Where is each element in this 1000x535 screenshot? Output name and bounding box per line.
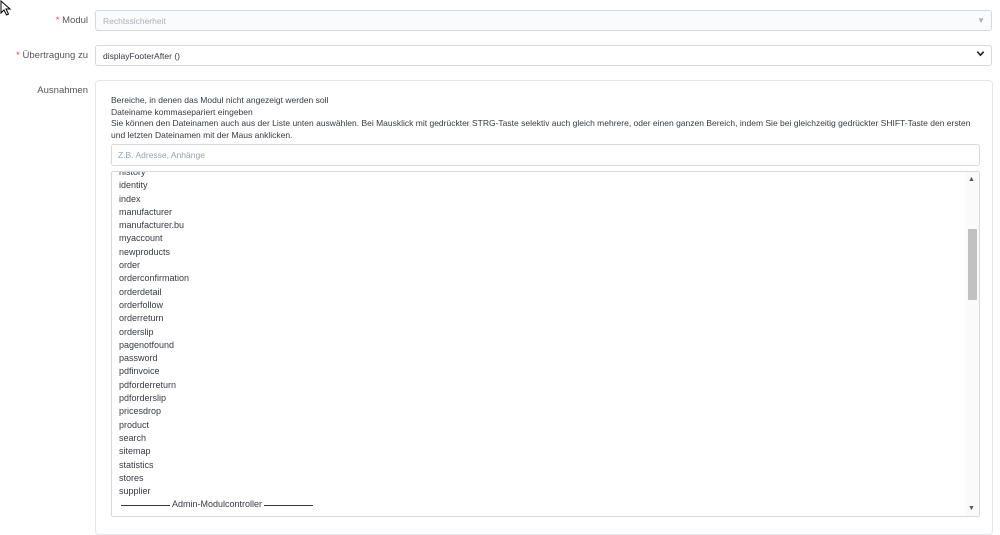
hook-select-value: displayFooterAfter () bbox=[103, 51, 180, 61]
help-line: Bereiche, in denen das Modul nicht angez… bbox=[111, 95, 329, 105]
module-label: * Modul bbox=[56, 15, 88, 26]
help-line: Dateiname kommasepariert eingeben bbox=[111, 106, 253, 117]
list-item[interactable]: sitemap bbox=[119, 445, 315, 458]
module-select[interactable]: Rechtssicherheit ▼ bbox=[95, 10, 992, 31]
list-item[interactable]: order bbox=[119, 259, 315, 272]
list-item[interactable]: newproducts bbox=[119, 246, 315, 259]
list-item[interactable]: identity bbox=[119, 179, 315, 192]
chevron-down-icon: ▼ bbox=[977, 16, 985, 25]
list-item[interactable]: myaccount bbox=[119, 232, 315, 245]
help-line: Sie können den Dateinamen auch aus der L… bbox=[111, 118, 971, 140]
list-group-separator: Admin-Modulcontroller bbox=[119, 498, 315, 511]
list-item[interactable]: pdfinvoice bbox=[119, 365, 315, 378]
list-item[interactable]: product bbox=[119, 419, 315, 432]
hook-label: * Übertragung zu bbox=[16, 50, 88, 61]
list-item[interactable]: supplier bbox=[119, 485, 315, 498]
exceptions-filter-input[interactable] bbox=[112, 145, 979, 165]
list-item[interactable]: history bbox=[119, 172, 315, 179]
exceptions-list: history identity index manufacturer manu… bbox=[119, 172, 315, 512]
list-item[interactable]: pdforderreturn bbox=[119, 379, 315, 392]
hook-select[interactable]: displayFooterAfter () bbox=[95, 45, 992, 66]
exceptions-label: Ausnahmen bbox=[37, 85, 88, 96]
exceptions-listbox[interactable]: history identity index manufacturer manu… bbox=[111, 171, 980, 517]
list-item[interactable]: orderslip bbox=[119, 326, 315, 339]
list-item[interactable]: orderdetail bbox=[119, 286, 315, 299]
required-mark: * bbox=[16, 50, 20, 61]
exceptions-filter[interactable] bbox=[111, 144, 980, 166]
required-mark: * bbox=[55, 15, 60, 26]
chevron-down-icon bbox=[976, 49, 985, 61]
list-group-label: Admin-Modulcontroller bbox=[172, 499, 263, 510]
module-select-value: Rechtssicherheit bbox=[103, 16, 166, 26]
list-item[interactable]: stores bbox=[119, 472, 315, 485]
list-item[interactable]: pricesdrop bbox=[119, 405, 315, 418]
list-item[interactable]: orderreturn bbox=[119, 312, 315, 325]
hook-label-text: Übertragung zu bbox=[22, 50, 88, 61]
list-scrollbar[interactable]: ▲ ▼ bbox=[965, 172, 979, 516]
exceptions-help: Bereiche, in denen das Modul nicht angez… bbox=[111, 95, 979, 141]
list-item[interactable]: index bbox=[119, 193, 315, 206]
list-item[interactable]: statistics bbox=[119, 459, 315, 472]
list-item[interactable]: manufacturer bbox=[119, 206, 315, 219]
mouse-pointer-icon bbox=[0, 0, 12, 16]
exceptions-panel: Bereiche, in denen das Modul nicht angez… bbox=[95, 80, 993, 535]
list-item[interactable]: pdforderslip bbox=[119, 392, 315, 405]
module-label-text: Modul bbox=[62, 15, 88, 26]
list-item[interactable]: password bbox=[119, 352, 315, 365]
list-item[interactable]: manufacturer.bu bbox=[119, 219, 315, 232]
scrollbar-thumb[interactable] bbox=[968, 229, 977, 300]
triangle-down-icon[interactable]: ▼ bbox=[968, 505, 975, 512]
triangle-up-icon[interactable]: ▲ bbox=[968, 176, 975, 183]
list-item[interactable]: orderconfirmation bbox=[119, 272, 315, 285]
list-item[interactable]: search bbox=[119, 432, 315, 445]
list-item[interactable]: pagenotfound bbox=[119, 339, 315, 352]
list-item[interactable]: orderfollow bbox=[119, 299, 315, 312]
